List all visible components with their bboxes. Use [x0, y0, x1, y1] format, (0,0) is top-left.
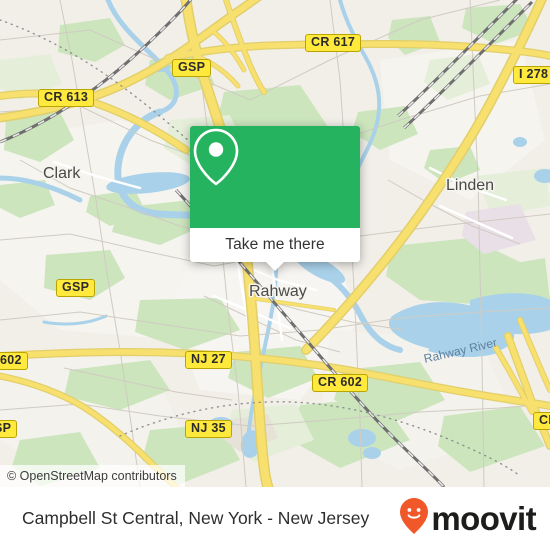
- location-popup-card[interactable]: Take me there: [190, 126, 360, 271]
- highway-shield-i278[interactable]: I 278: [513, 66, 550, 84]
- highway-shield-cr613[interactable]: CR 613: [38, 89, 95, 107]
- highway-shield-602-clipped[interactable]: 602: [0, 352, 28, 370]
- page-footer: Campbell St Central, New York - New Jers…: [0, 487, 550, 550]
- highway-shield-nj27[interactable]: NJ 27: [185, 351, 232, 369]
- moovit-smiley-pin-icon: [399, 497, 429, 540]
- highway-shield-cr617[interactable]: CR 617: [305, 34, 362, 52]
- highway-shield-cr602[interactable]: CR 602: [312, 374, 369, 392]
- map-screenshot: Clark Linden Rahway Rahway River CR 613 …: [0, 0, 550, 550]
- highway-shield-gsp-mid[interactable]: GSP: [56, 279, 96, 297]
- moovit-wordmark: moovit: [431, 500, 536, 537]
- highway-shield-nj35[interactable]: NJ 35: [185, 420, 232, 438]
- popup-pointer-tail: [265, 261, 285, 271]
- map-attribution[interactable]: © OpenStreetMap contributors: [0, 465, 185, 487]
- popup-header: [190, 126, 360, 228]
- take-me-there-label: Take me there: [225, 236, 325, 253]
- highway-shield-gsp-clipped[interactable]: SP: [0, 420, 18, 438]
- moovit-logo[interactable]: moovit: [399, 497, 537, 540]
- popup-footer[interactable]: Take me there: [190, 228, 360, 262]
- map-canvas[interactable]: Clark Linden Rahway Rahway River CR 613 …: [0, 0, 550, 487]
- page-title: Campbell St Central, New York - New Jers…: [22, 508, 370, 528]
- highway-shield-gsp-north[interactable]: GSP: [172, 59, 212, 77]
- highway-shield-cr-clipped[interactable]: CR: [533, 412, 550, 430]
